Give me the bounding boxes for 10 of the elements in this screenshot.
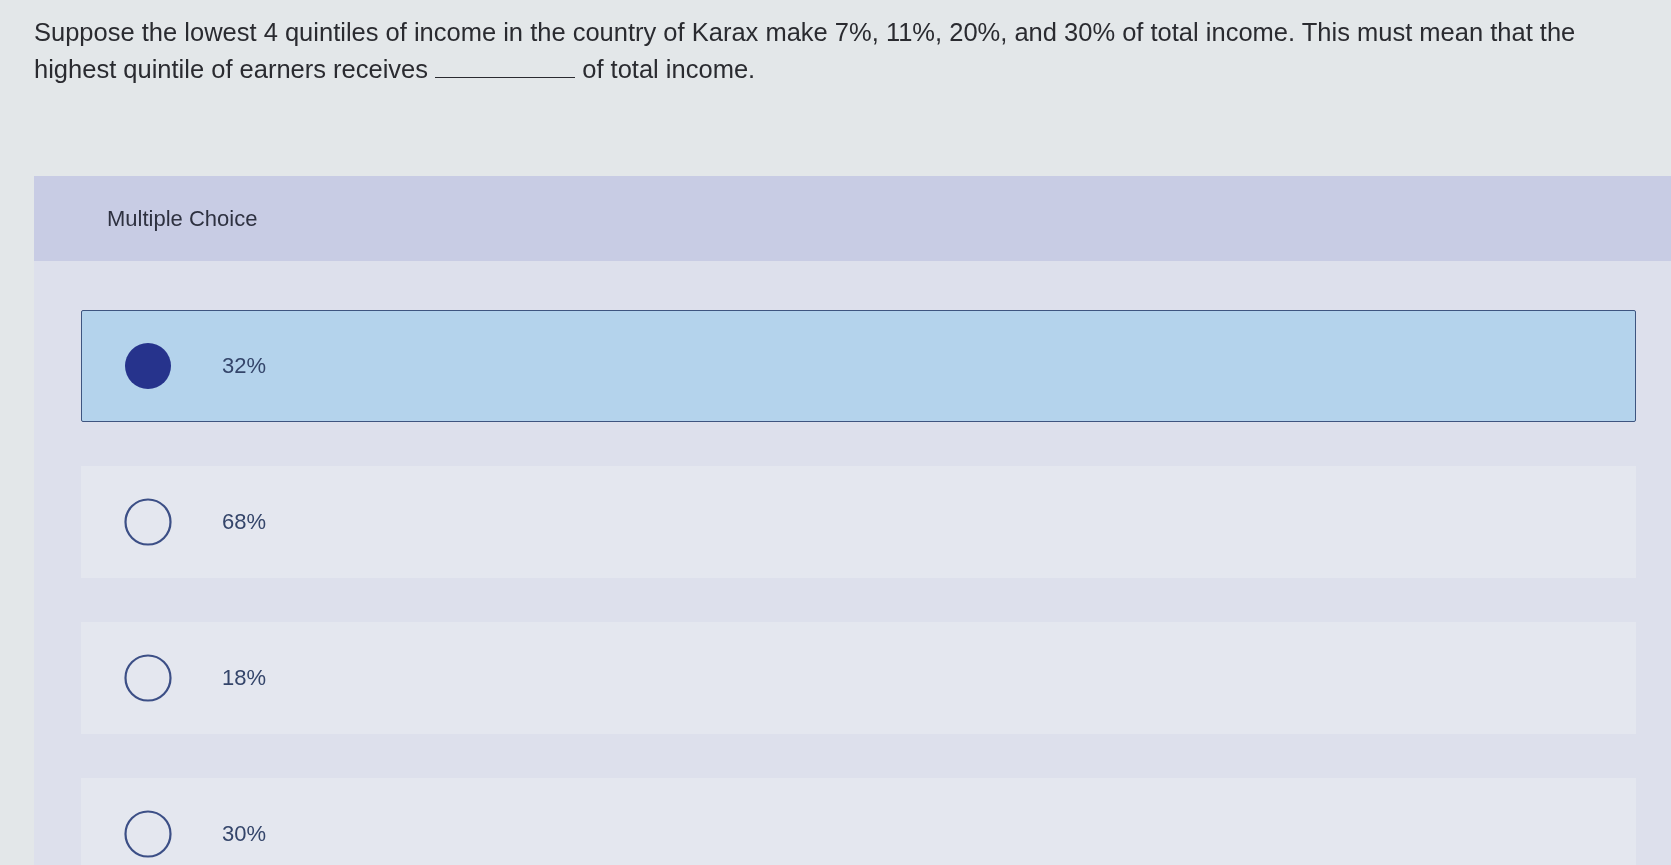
answer-option[interactable]: 32%	[81, 310, 1636, 422]
radio-button-icon[interactable]	[124, 342, 172, 390]
section-heading: Multiple Choice	[107, 205, 258, 232]
radio-button-icon[interactable]	[124, 654, 172, 702]
radio-button-icon[interactable]	[124, 810, 172, 858]
question-text: Suppose the lowest 4 quintiles of income in the country of Karax make 7%, 11%, 20%, and 30% of total income. This must mean that the highest quintile of earners receives of total income.	[34, 17, 1577, 85]
answer-option[interactable]: 18%	[81, 622, 1636, 734]
radio-button-icon[interactable]	[124, 498, 172, 546]
answer-option[interactable]: 68%	[81, 466, 1636, 578]
answer-option[interactable]: 30%	[81, 778, 1636, 865]
